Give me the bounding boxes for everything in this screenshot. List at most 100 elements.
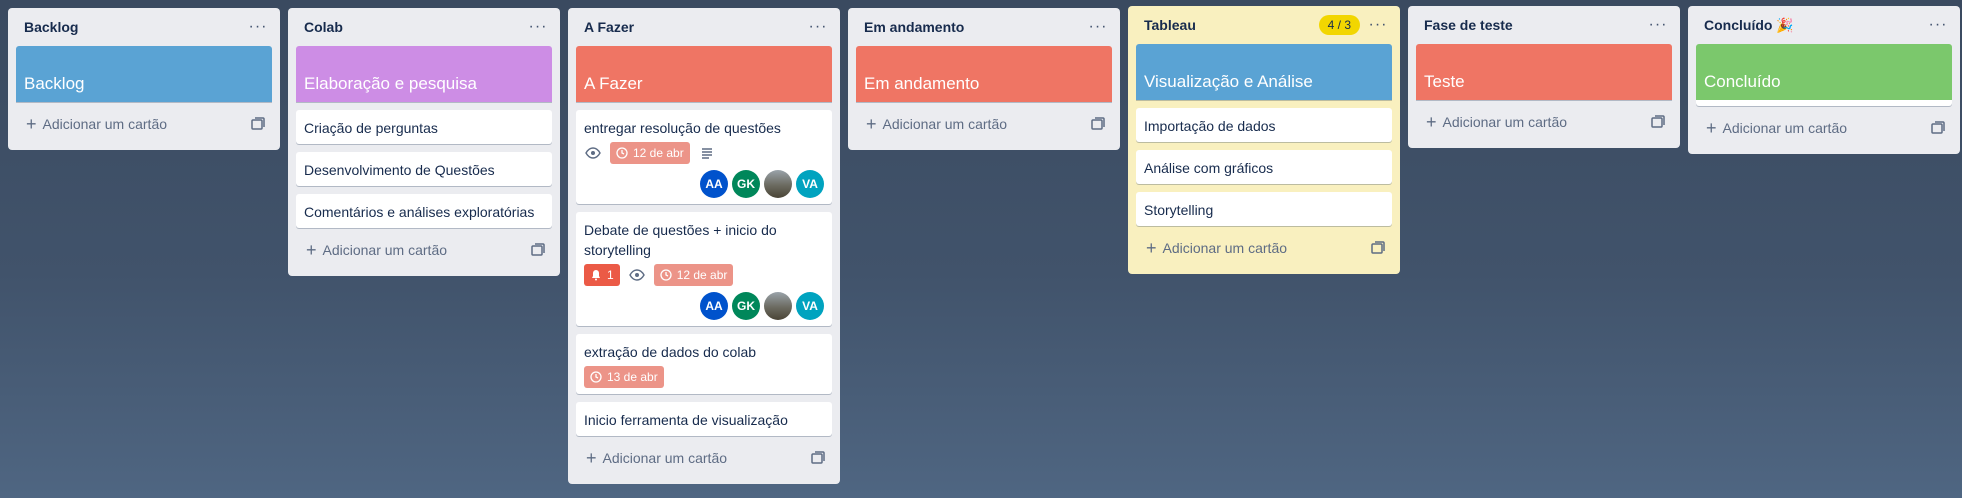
- list-title[interactable]: Fase de teste: [1424, 17, 1513, 33]
- list-menu-button[interactable]: ···: [1648, 17, 1668, 33]
- add-card-button[interactable]: + Adicionar um cartão: [576, 440, 832, 476]
- add-card-label: Adicionar um cartão: [322, 242, 448, 258]
- card-title: Storytelling: [1144, 202, 1214, 218]
- card-template-icon[interactable]: [530, 242, 546, 258]
- board: Backlog ··· Backlog + Adicionar um cartão…: [0, 0, 1962, 498]
- card-title: Desenvolvimento de Questões: [304, 162, 495, 178]
- add-card-button[interactable]: + Adicionar um cartão: [296, 232, 552, 268]
- watch-icon: [584, 144, 602, 162]
- add-card-label: Adicionar um cartão: [1162, 240, 1288, 256]
- add-card-button[interactable]: + Adicionar um cartão: [1696, 110, 1952, 146]
- plus-icon: +: [1706, 118, 1717, 138]
- card-template-icon[interactable]: [810, 450, 826, 466]
- card[interactable]: Criação de perguntas: [296, 110, 552, 144]
- card-template-icon[interactable]: [1090, 116, 1106, 132]
- list-fase-de-teste: Fase de teste ··· Teste + Adicionar um ca…: [1408, 6, 1680, 148]
- list-menu-button[interactable]: ···: [528, 19, 548, 35]
- card-title: Debate de questões + inicio do storytell…: [584, 222, 777, 258]
- list-header: A Fazer ···: [576, 8, 832, 46]
- add-card-label: Adicionar um cartão: [1442, 114, 1568, 130]
- add-card-label: Adicionar um cartão: [602, 450, 728, 466]
- list-menu-button[interactable]: ···: [1368, 17, 1388, 33]
- list-a-fazer: A Fazer ··· A Fazer entregar resolução d…: [568, 8, 840, 484]
- list-header: Colab ···: [296, 8, 552, 46]
- card[interactable]: Importação de dados: [1136, 108, 1392, 142]
- due-date: 12 de abr: [633, 146, 684, 160]
- due-date-badge[interactable]: 12 de abr: [653, 264, 734, 286]
- cover-card[interactable]: Elaboração e pesquisa: [296, 46, 552, 102]
- card-title: entregar resolução de questões: [584, 120, 781, 136]
- card[interactable]: entregar resolução de questões 12 de abr…: [576, 110, 832, 204]
- list-title[interactable]: Em andamento: [864, 19, 964, 35]
- bell-icon: [592, 270, 600, 281]
- member-avatar[interactable]: VA: [796, 170, 824, 198]
- card[interactable]: extração de dados do colab 13 de abr: [576, 334, 832, 394]
- card[interactable]: Inicio ferramenta de visualização: [576, 402, 832, 436]
- card[interactable]: Desenvolvimento de Questões: [296, 152, 552, 186]
- list-colab: Colab ··· Elaboração e pesquisa Criação …: [288, 8, 560, 276]
- plus-icon: +: [1146, 238, 1157, 258]
- plus-icon: +: [26, 114, 37, 134]
- cover-card[interactable]: Visualização e Análise: [1136, 44, 1392, 100]
- add-card-label: Adicionar um cartão: [882, 116, 1008, 132]
- card[interactable]: Análise com gráficos: [1136, 150, 1392, 184]
- clock-icon: [590, 371, 602, 383]
- cover-card-bottom: [1696, 100, 1952, 106]
- plus-icon: +: [306, 240, 317, 260]
- list-menu-button[interactable]: ···: [1088, 19, 1108, 35]
- list-title[interactable]: Concluído 🎉: [1704, 17, 1794, 34]
- card-template-icon[interactable]: [1650, 114, 1666, 130]
- add-card-label: Adicionar um cartão: [1722, 120, 1848, 136]
- card-template-icon[interactable]: [250, 116, 266, 132]
- card[interactable]: Storytelling: [1136, 192, 1392, 226]
- member-avatar[interactable]: AA: [700, 170, 728, 198]
- clock-icon: [616, 147, 628, 159]
- member-avatar-photo[interactable]: [764, 292, 792, 320]
- clock-icon: [660, 269, 672, 281]
- list-header: Backlog ···: [16, 8, 272, 46]
- card-limit-badge: 4 / 3: [1318, 15, 1360, 35]
- add-card-button[interactable]: + Adicionar um cartão: [16, 106, 272, 142]
- card-title: extração de dados do colab: [584, 344, 757, 360]
- plus-icon: +: [866, 114, 877, 134]
- list-title[interactable]: Colab: [304, 19, 343, 35]
- list-header: Em andamento ···: [856, 8, 1112, 46]
- card-title: Importação de dados: [1144, 118, 1276, 134]
- member-avatar-photo[interactable]: [764, 170, 792, 198]
- card[interactable]: Debate de questões + inicio do storytell…: [576, 212, 832, 326]
- due-date-badge[interactable]: 13 de abr: [584, 366, 664, 388]
- list-concluido: Concluído 🎉 ··· Concluído + Adicionar um …: [1688, 6, 1960, 154]
- list-title[interactable]: A Fazer: [584, 19, 634, 35]
- list-menu-button[interactable]: ···: [808, 19, 828, 35]
- member-avatar[interactable]: AA: [700, 292, 728, 320]
- list-menu-button[interactable]: ···: [1928, 17, 1948, 33]
- cover-card[interactable]: Em andamento: [856, 46, 1112, 102]
- list-title[interactable]: Backlog: [24, 19, 78, 35]
- add-card-button[interactable]: + Adicionar um cartão: [1416, 104, 1672, 140]
- member-avatar[interactable]: GK: [732, 170, 760, 198]
- cover-card[interactable]: Backlog: [16, 46, 272, 102]
- card-template-icon[interactable]: [1930, 120, 1946, 136]
- list-tableau: Tableau 4 / 3 ··· Visualização e Análise…: [1128, 6, 1400, 274]
- list-menu-button[interactable]: ···: [248, 19, 268, 35]
- card-title: Criação de perguntas: [304, 120, 438, 136]
- card-title: Comentários e análises exploratórias: [304, 204, 535, 220]
- add-card-button[interactable]: + Adicionar um cartão: [856, 106, 1112, 142]
- cover-card[interactable]: A Fazer: [576, 46, 832, 102]
- due-date-badge[interactable]: 12 de abr: [610, 142, 690, 164]
- card-title: Inicio ferramenta de visualização: [584, 412, 788, 428]
- list-title[interactable]: Tableau: [1144, 17, 1196, 33]
- member-avatar[interactable]: GK: [732, 292, 760, 320]
- card[interactable]: Comentários e análises exploratórias: [296, 194, 552, 228]
- list-header: Tableau 4 / 3 ···: [1136, 6, 1392, 44]
- plus-icon: +: [1426, 112, 1437, 132]
- list-header: Concluído 🎉 ···: [1696, 6, 1952, 44]
- add-card-button[interactable]: + Adicionar um cartão: [1136, 230, 1392, 266]
- list-header: Fase de teste ···: [1416, 6, 1672, 44]
- member-avatar[interactable]: VA: [796, 292, 824, 320]
- card-template-icon[interactable]: [1370, 240, 1386, 256]
- cover-card[interactable]: Teste: [1416, 44, 1672, 100]
- notification-count: 1: [607, 268, 614, 282]
- cover-card[interactable]: Concluído: [1696, 44, 1952, 100]
- notification-badge[interactable]: 1: [584, 264, 620, 286]
